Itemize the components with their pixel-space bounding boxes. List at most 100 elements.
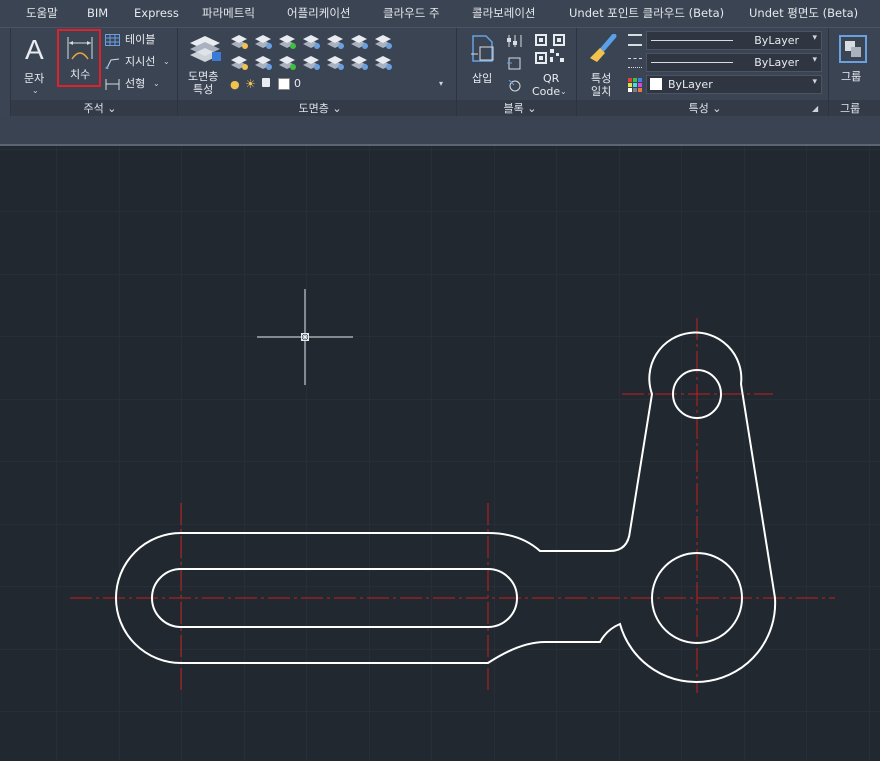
text-button[interactable]: A 문자 ⌄ bbox=[18, 32, 54, 96]
layer-tool-icon bbox=[255, 35, 272, 49]
create-block-button[interactable] bbox=[506, 55, 526, 71]
group-panel-title[interactable]: 그룹 bbox=[840, 100, 880, 117]
properties-dialog-launcher-icon[interactable]: ◢ bbox=[812, 104, 818, 113]
layer-tool-button[interactable] bbox=[302, 54, 322, 71]
linetype-dropdown[interactable]: ByLayer ▾ bbox=[646, 53, 822, 72]
layer-tool-button[interactable] bbox=[278, 33, 298, 50]
layer-tool-grid bbox=[230, 33, 395, 73]
block-editor-button[interactable] bbox=[506, 33, 526, 49]
layer-tool-button[interactable] bbox=[254, 54, 274, 71]
qr-label-1: QR bbox=[543, 72, 560, 85]
menu-bar: 도움말 BIM Express 파라메트릭 어플리케이션 클라우드 주 콜라보레… bbox=[0, 0, 880, 27]
layers-panel-title[interactable]: 도면층 ⌄ bbox=[290, 100, 350, 117]
match-properties-button[interactable]: 특성 일치 bbox=[586, 32, 620, 98]
current-layer-name: 0 bbox=[294, 77, 301, 90]
layer-tool-icon bbox=[351, 56, 368, 70]
layer-properties-button[interactable]: 도면층 특성 bbox=[184, 32, 226, 98]
properties-panel-title[interactable]: 특성 ⌄ bbox=[675, 100, 735, 117]
group-button[interactable]: 그룹 bbox=[836, 32, 876, 98]
layer-tool-button[interactable] bbox=[326, 33, 346, 50]
block-editor-icon bbox=[507, 35, 522, 47]
chevron-down-icon: ▾ bbox=[812, 33, 817, 43]
color-value: ByLayer bbox=[668, 78, 713, 91]
layer-tool-button[interactable] bbox=[302, 33, 322, 50]
layer-properties-label-2: 특성 bbox=[193, 83, 214, 96]
edit-attributes-icon bbox=[508, 79, 521, 92]
lineweight-dropdown[interactable]: ByLayer ▾ bbox=[646, 31, 822, 50]
tab-undet-floorplan[interactable]: Undet 평면도 (Beta) bbox=[749, 0, 858, 27]
lineweight-sample bbox=[651, 40, 733, 41]
layer-tool-icon bbox=[231, 56, 248, 70]
dimension-button-label: 치수 bbox=[70, 68, 91, 81]
qr-label-2: Code bbox=[532, 85, 561, 98]
model-space[interactable] bbox=[0, 146, 880, 761]
tab-cloud[interactable]: 클라우드 주 bbox=[383, 0, 440, 27]
layer-tool-icon bbox=[303, 35, 320, 49]
layer-tool-button[interactable] bbox=[350, 33, 370, 50]
drawing-canvas[interactable] bbox=[0, 146, 880, 761]
chevron-down-icon: ⌄ bbox=[163, 57, 170, 66]
leader-icon bbox=[105, 58, 120, 69]
dimension-icon bbox=[67, 37, 93, 60]
chevron-down-icon: ⌄ bbox=[560, 87, 567, 96]
layer-color-swatch bbox=[278, 78, 290, 90]
dimension-button[interactable]: 치수 bbox=[57, 29, 101, 87]
color-swatch bbox=[650, 78, 662, 90]
tab-parametric[interactable]: 파라메트릭 bbox=[202, 0, 255, 27]
layer-tool-button[interactable] bbox=[374, 54, 394, 71]
layer-stack-icon bbox=[190, 36, 221, 62]
sun-icon: ☀ bbox=[245, 77, 256, 91]
annotation-panel-title[interactable]: 주석 ⌄ bbox=[70, 100, 130, 117]
chevron-down-icon: ⌄ bbox=[153, 79, 160, 88]
linetype-icon bbox=[628, 58, 642, 68]
tab-bim[interactable]: BIM bbox=[87, 0, 108, 27]
table-button[interactable]: 테이블 bbox=[105, 33, 175, 47]
create-block-icon bbox=[507, 57, 521, 70]
qr-code-icon bbox=[535, 34, 565, 64]
layer-dropdown[interactable]: ● ☀ 0 ▾ bbox=[230, 76, 450, 94]
tab-help[interactable]: 도움말 bbox=[26, 0, 58, 27]
qr-code-button[interactable]: QR Code ⌄ bbox=[532, 32, 572, 98]
ribbon: 주석 ⌄ 도면층 ⌄ 블록 ⌄ 특성 ⌄ 그룹 ◢ A 문자 ⌄ 치수 테이블 bbox=[0, 27, 880, 117]
match-label-1: 특성 bbox=[591, 72, 612, 85]
layer-tool-icon bbox=[255, 56, 272, 70]
tab-undet-pointcloud[interactable]: Undet 포인트 클라우드 (Beta) bbox=[569, 0, 724, 27]
block-panel-title[interactable]: 블록 ⌄ bbox=[490, 100, 550, 117]
group-label: 그룹 bbox=[841, 70, 862, 83]
insert-block-button[interactable]: 삽입 bbox=[466, 32, 500, 96]
layer-tool-button[interactable] bbox=[254, 33, 274, 50]
chevron-down-icon: ⌄ bbox=[32, 86, 39, 95]
leader-button[interactable]: 지시선 ⌄ bbox=[105, 55, 175, 69]
layer-tool-button[interactable] bbox=[230, 33, 250, 50]
layer-tool-icon bbox=[231, 35, 248, 49]
layer-tool-button[interactable] bbox=[350, 54, 370, 71]
text-button-label: 문자 bbox=[24, 72, 45, 85]
layer-tool-button[interactable] bbox=[326, 54, 346, 71]
linear-button-label: 선형 bbox=[125, 77, 146, 90]
layer-tool-icon bbox=[327, 35, 344, 49]
edit-attributes-button[interactable] bbox=[506, 77, 526, 93]
layer-tool-icon bbox=[303, 56, 320, 70]
match-label-2: 일치 bbox=[591, 85, 612, 98]
lineweight-icon bbox=[628, 34, 642, 46]
layer-tool-icon bbox=[351, 35, 368, 49]
grid bbox=[0, 146, 880, 761]
chevron-down-icon: ▾ bbox=[812, 77, 817, 87]
table-button-label: 테이블 bbox=[125, 33, 156, 46]
linetype-sample bbox=[651, 62, 733, 63]
linetype-value: ByLayer bbox=[754, 56, 799, 69]
layer-tool-icon bbox=[279, 56, 296, 70]
color-dropdown[interactable]: ByLayer ▾ bbox=[646, 75, 822, 94]
layer-tool-button[interactable] bbox=[374, 33, 394, 50]
lightbulb-icon: ● bbox=[230, 78, 240, 91]
paintbrush-icon bbox=[590, 34, 617, 62]
insert-label: 삽입 bbox=[472, 72, 493, 85]
tab-express[interactable]: Express bbox=[134, 0, 179, 27]
tab-collaboration[interactable]: 콜라보레이션 bbox=[472, 0, 535, 27]
layer-tool-button[interactable] bbox=[230, 54, 250, 71]
tab-applications[interactable]: 어플리케이션 bbox=[287, 0, 350, 27]
layer-tool-button[interactable] bbox=[278, 54, 298, 71]
table-icon bbox=[105, 34, 120, 46]
chevron-down-icon: ▾ bbox=[439, 79, 444, 88]
linear-dimension-button[interactable]: 선형 ⌄ bbox=[105, 77, 175, 91]
